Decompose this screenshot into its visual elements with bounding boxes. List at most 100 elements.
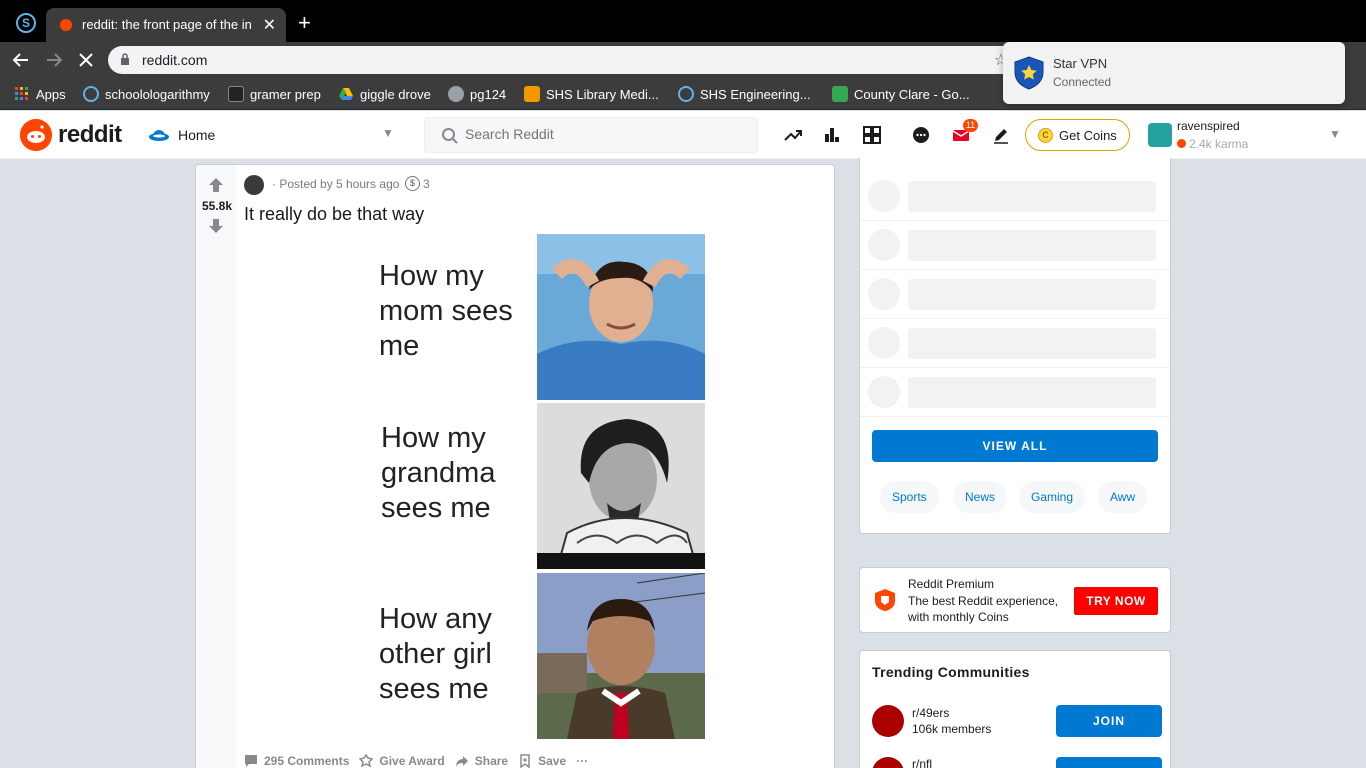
post-card[interactable]: 55.8k · Posted by 5 hours ago $ 3 It rea…: [195, 164, 835, 768]
reddit-header: reddit Home ▼ 11 C Get Coins ravenspired…: [0, 111, 1366, 159]
notification-badge: 11: [963, 119, 978, 132]
bookmark-icon: [520, 754, 530, 768]
stats-icon[interactable]: [822, 125, 842, 145]
share-button[interactable]: Share: [455, 754, 508, 768]
community-list-card: VIEW ALL Sports News Gaming Aww: [859, 158, 1171, 534]
forward-arrow-icon[interactable]: [45, 51, 63, 69]
back-arrow-icon[interactable]: [12, 51, 30, 69]
gb-icon: [228, 86, 244, 102]
comments-button[interactable]: 295 Comments: [244, 754, 349, 768]
vpn-shield-icon: [1014, 56, 1044, 90]
lock-icon: [121, 53, 129, 65]
chevron-down-icon[interactable]: ▼: [1329, 127, 1341, 141]
bookmark-county-clare[interactable]: County Clare - Go...: [832, 86, 970, 102]
save-button[interactable]: Save: [518, 754, 566, 768]
skeleton-bar: [908, 230, 1156, 261]
reddit-favicon-icon: [60, 19, 72, 31]
upvote-arrow-icon[interactable]: [208, 177, 224, 193]
skeleton-bar: [908, 328, 1156, 359]
meme-photo-2: [537, 403, 705, 569]
address-bar[interactable]: reddit.com ☆: [108, 46, 1028, 74]
bookmark-gramer-prep[interactable]: gramer prep: [228, 86, 321, 102]
community-name[interactable]: r/nfl: [912, 757, 932, 768]
new-tab-button[interactable]: +: [298, 10, 311, 36]
chevron-down-icon[interactable]: ▼: [382, 126, 394, 140]
vpn-status: Connected: [1053, 75, 1112, 89]
karma-value: 2.4k karma: [1189, 137, 1249, 151]
vote-score: 55.8k: [201, 199, 233, 213]
share-icon: [455, 756, 468, 767]
topic-pill-news[interactable]: News: [953, 481, 1008, 513]
trending-icon[interactable]: [783, 125, 803, 145]
url-text: reddit.com: [142, 52, 208, 68]
premium-description: The best Reddit experience, with monthly…: [908, 594, 1059, 624]
reddit-wordmark[interactable]: reddit: [58, 121, 122, 149]
bookmark-label: pg124: [470, 86, 507, 102]
karma-display: 2.4k karma: [1177, 137, 1248, 151]
username[interactable]: ravenspired: [1177, 119, 1240, 133]
give-award-label: Give Award: [379, 754, 445, 768]
join-button[interactable]: JOIN: [1056, 705, 1162, 737]
silver-award-icon: $: [405, 176, 420, 191]
avatar[interactable]: [1148, 123, 1172, 147]
bookmark-apps[interactable]: Apps: [14, 86, 66, 102]
comments-label: 295 Comments: [264, 754, 350, 768]
apps-grid-icon: [15, 87, 28, 100]
post-title[interactable]: It really do be that way: [244, 204, 424, 225]
premium-card: Reddit Premium The best Reddit experienc…: [859, 567, 1171, 633]
bookmark-pg124[interactable]: pg124: [448, 86, 506, 102]
meme-caption-3: How any other girl sees me: [379, 603, 492, 705]
premium-title: Reddit Premium: [908, 577, 995, 591]
bookmark-schoology[interactable]: schoolologarithmy: [83, 86, 210, 102]
poster-avatar[interactable]: [244, 175, 264, 195]
home-icon: [149, 130, 169, 141]
stop-loading-icon[interactable]: [78, 52, 94, 68]
downvote-arrow-icon[interactable]: [208, 218, 224, 234]
chat-icon[interactable]: [911, 125, 931, 145]
reddit-logo-icon[interactable]: [20, 119, 52, 151]
premium-shield-icon: [875, 589, 895, 611]
skeleton-avatar: [868, 327, 900, 359]
community-49ers-icon[interactable]: [872, 705, 904, 737]
search-input[interactable]: [465, 126, 745, 142]
view-all-button[interactable]: VIEW ALL: [872, 430, 1158, 462]
skeleton-row: [860, 172, 1170, 221]
vpn-title: Star VPN: [1053, 56, 1108, 71]
bookmark-shs-engineering[interactable]: SHS Engineering...: [678, 86, 811, 102]
more-options-button[interactable]: ···: [576, 754, 588, 768]
post-meta[interactable]: · Posted by 5 hours ago: [272, 177, 399, 191]
search-icon: [442, 128, 458, 144]
give-award-button[interactable]: Give Award: [359, 754, 445, 768]
get-coins-button[interactable]: C Get Coins: [1025, 119, 1130, 151]
topic-pill-gaming[interactable]: Gaming: [1019, 481, 1086, 513]
meme-caption-2: How my grandma sees me: [381, 422, 496, 524]
community-icon[interactable]: [862, 125, 882, 145]
skeleton-avatar: [868, 229, 900, 261]
community-nfl-icon[interactable]: [872, 757, 904, 768]
profile-icon[interactable]: S: [16, 13, 36, 33]
bookmark-label: schoolologarithmy: [105, 86, 210, 102]
community-name[interactable]: r/49ers: [912, 706, 949, 720]
post-image[interactable]: How my mom sees me How my grandma sees m…: [376, 234, 706, 742]
skeleton-row: [860, 221, 1170, 270]
coin-icon: C: [1038, 128, 1053, 143]
globe-icon: [448, 86, 464, 102]
bookmark-giggle-drove[interactable]: giggle drove: [338, 86, 431, 102]
schoology-icon: [678, 86, 694, 102]
skeleton-avatar: [868, 180, 900, 212]
bookmark-shs-library[interactable]: SHS Library Medi...: [524, 86, 659, 102]
create-post-pencil-icon[interactable]: [991, 125, 1011, 145]
maps-icon: [832, 86, 848, 102]
skeleton-row: [860, 270, 1170, 319]
vpn-notification[interactable]: Star VPN Connected: [1003, 42, 1345, 104]
search-bar[interactable]: [424, 117, 758, 153]
topic-pill-aww[interactable]: Aww: [1098, 481, 1148, 513]
join-button[interactable]: [1056, 757, 1162, 768]
home-dropdown-label[interactable]: Home: [178, 127, 215, 143]
try-now-button[interactable]: TRY NOW: [1074, 587, 1158, 615]
tab-close-icon[interactable]: ✕: [263, 15, 276, 35]
browser-tab-active[interactable]: reddit: the front page of the internet ✕: [46, 8, 286, 42]
topic-pill-sports[interactable]: Sports: [880, 481, 939, 513]
vote-column: 55.8k: [196, 165, 236, 768]
meme-photo-1: [537, 234, 705, 400]
